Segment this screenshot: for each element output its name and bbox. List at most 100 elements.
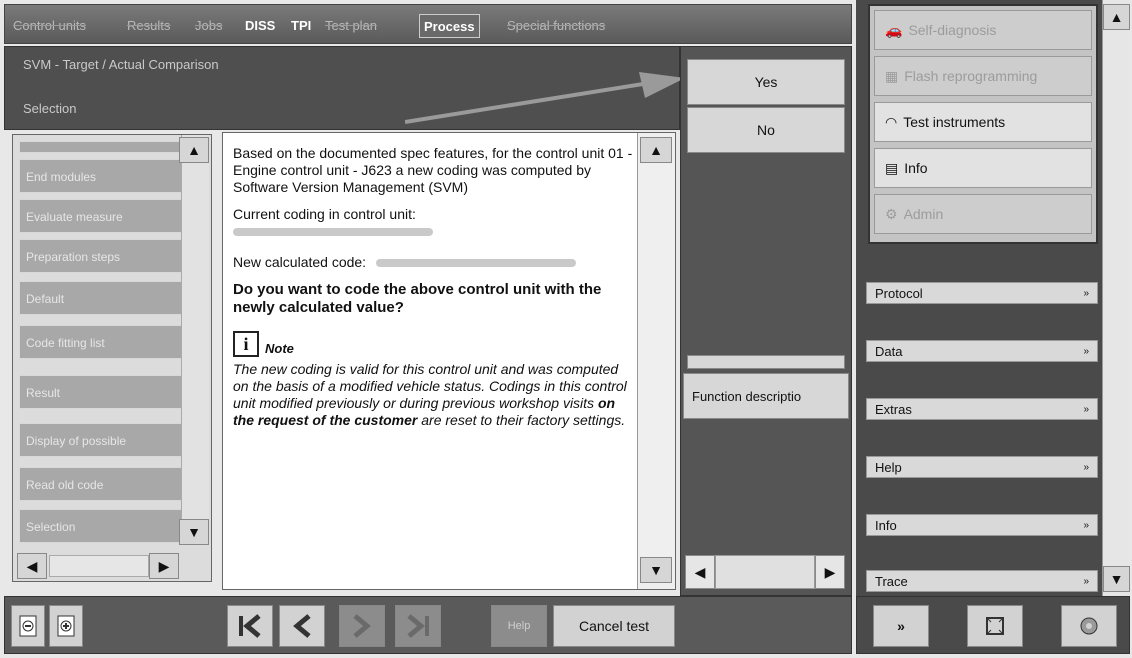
tab-test-plan[interactable]: Test plan	[321, 14, 381, 38]
list-item[interactable]: Selection	[19, 509, 191, 543]
document-minus-button[interactable]	[11, 605, 45, 647]
triangle-right-icon: ▶	[824, 563, 836, 580]
no-button[interactable]: No	[687, 107, 845, 153]
yes-button[interactable]: Yes	[687, 59, 845, 105]
next-step-button[interactable]	[339, 605, 385, 647]
panel-scroll-left-button[interactable]: ◀	[685, 555, 715, 589]
tab-jobs[interactable]: Jobs	[191, 14, 226, 38]
section-trace[interactable]: Trace »	[866, 570, 1098, 592]
horizontal-scrollbar[interactable]	[49, 555, 149, 577]
triangle-down-icon: ▼	[649, 562, 663, 578]
cancel-test-button[interactable]: Cancel test	[553, 605, 675, 647]
menu-flash-reprogramming[interactable]: ▦ Flash reprogramming	[874, 56, 1092, 96]
chevron-double-down-icon: »	[1083, 287, 1089, 299]
list-item[interactable]: Result	[19, 375, 191, 409]
list-item[interactable]: Evaluate measure	[19, 199, 191, 233]
menu-admin[interactable]: ⚙ Admin	[874, 194, 1092, 234]
help-button[interactable]: Help	[491, 605, 547, 647]
current-coding-label: Current coding in control unit:	[233, 206, 416, 222]
chevron-double-down-icon: »	[1083, 461, 1089, 473]
section-protocol[interactable]: Protocol »	[866, 282, 1098, 304]
tab-strip: Control units Results Jobs DISS TPI Test…	[4, 4, 852, 44]
dialog-body: Based on the documented spec features, f…	[233, 145, 633, 429]
bottom-toolbar: Help Cancel test	[4, 596, 852, 654]
panel-divider	[687, 355, 845, 369]
admin-icon: ⚙	[885, 205, 898, 222]
section-info[interactable]: Info »	[866, 514, 1098, 536]
expand-button[interactable]: »	[873, 605, 929, 647]
triangle-right-icon: ▶	[158, 557, 170, 574]
scroll-right-button[interactable]: ▶	[149, 553, 179, 579]
annotation-arrow	[405, 72, 685, 124]
right-bottom-toolbar: »	[856, 596, 1130, 654]
main-menu: 🚗 Self-diagnosis ▦ Flash reprogramming ◠…	[868, 4, 1098, 244]
triangle-left-icon: ◀	[694, 563, 706, 580]
menu-test-instruments[interactable]: ◠ Test instruments	[874, 102, 1092, 142]
note-label: Note	[265, 341, 294, 356]
first-step-button[interactable]	[227, 605, 273, 647]
instrument-icon: ◠	[885, 113, 898, 130]
panel-horizontal-scrollbar[interactable]	[715, 555, 815, 589]
tab-results[interactable]: Results	[123, 14, 174, 38]
coding-dialog: Based on the documented spec features, f…	[222, 132, 676, 590]
window-button[interactable]	[967, 605, 1023, 647]
section-help[interactable]: Help »	[866, 456, 1098, 478]
triangle-down-icon: ▼	[187, 524, 201, 540]
chevron-right-icon	[353, 614, 371, 638]
step-list-scrollbar[interactable]	[181, 135, 209, 545]
scroll-left-button[interactable]: ◀	[17, 553, 47, 579]
list-item[interactable]: Display of possible	[19, 423, 191, 457]
dialog-intro: Based on the documented spec features, f…	[233, 145, 633, 195]
coding-question: Do you want to code the above control un…	[233, 281, 602, 316]
car-icon: 🚗	[885, 21, 903, 38]
scroll-up-button[interactable]: ▲	[179, 137, 209, 163]
tab-process[interactable]: Process	[419, 14, 480, 38]
tab-control-units[interactable]: Control units	[9, 14, 90, 38]
tab-tpi[interactable]: TPI	[287, 14, 315, 38]
dialog-scrollbar[interactable]: ▲ ▼	[637, 133, 675, 589]
section-extras[interactable]: Extras »	[866, 398, 1098, 420]
section-data[interactable]: Data »	[866, 340, 1098, 362]
scroll-down-button[interactable]: ▼	[179, 519, 209, 545]
chip-icon: ▦	[885, 67, 899, 84]
right-scroll-up-button[interactable]: ▲	[1103, 4, 1130, 30]
triangle-up-icon: ▲	[187, 142, 201, 158]
right-scroll-down-button[interactable]: ▼	[1103, 566, 1130, 592]
dialog-scroll-up-button[interactable]: ▲	[640, 137, 672, 163]
chevron-double-down-icon: »	[1083, 403, 1089, 415]
dialog-scroll-down-button[interactable]: ▼	[640, 557, 672, 583]
list-item[interactable]: Code fitting list	[19, 325, 191, 359]
last-step-button[interactable]	[395, 605, 441, 647]
function-description-button[interactable]: Function descriptio	[683, 373, 849, 419]
process-subtitle: Selection	[23, 101, 77, 116]
list-item[interactable]: Read old code	[19, 467, 191, 501]
chevron-double-down-icon: »	[1083, 519, 1089, 531]
document-plus-icon	[57, 615, 75, 637]
globe-icon	[1080, 617, 1098, 635]
menu-info[interactable]: ▤ Info	[874, 148, 1092, 188]
triangle-down-icon: ▼	[1109, 571, 1124, 587]
right-panel-scrollbar[interactable]: ▲ ▼	[1102, 0, 1130, 596]
chevron-double-down-icon: »	[1083, 575, 1089, 587]
list-item[interactable]: Default	[19, 281, 191, 315]
document-minus-icon	[19, 615, 37, 637]
list-item[interactable]: Preparation steps	[19, 239, 191, 273]
current-coding-value	[233, 228, 433, 237]
list-item[interactable]: End modules	[19, 159, 191, 193]
list-item[interactable]	[19, 141, 191, 153]
panel-scroll-right-button[interactable]: ▶	[815, 555, 845, 589]
tab-special-functions[interactable]: Special functions	[503, 14, 609, 38]
triangle-up-icon: ▲	[1109, 9, 1124, 25]
settings-button[interactable]	[1061, 605, 1117, 647]
triangle-left-icon: ◀	[26, 557, 38, 574]
chevron-double-down-icon: »	[1083, 345, 1089, 357]
new-code-value	[375, 259, 576, 268]
menu-self-diagnosis[interactable]: 🚗 Self-diagnosis	[874, 10, 1092, 50]
document-plus-button[interactable]	[49, 605, 83, 647]
double-chevron-right-icon: »	[897, 618, 905, 634]
decision-panel: Yes No Function descriptio ◀ ▶	[680, 46, 852, 596]
tab-diss[interactable]: DISS	[241, 14, 279, 38]
window-frame-icon	[986, 617, 1004, 635]
previous-step-button[interactable]	[279, 605, 325, 647]
step-list: End modules Evaluate measure Preparation…	[12, 134, 212, 582]
